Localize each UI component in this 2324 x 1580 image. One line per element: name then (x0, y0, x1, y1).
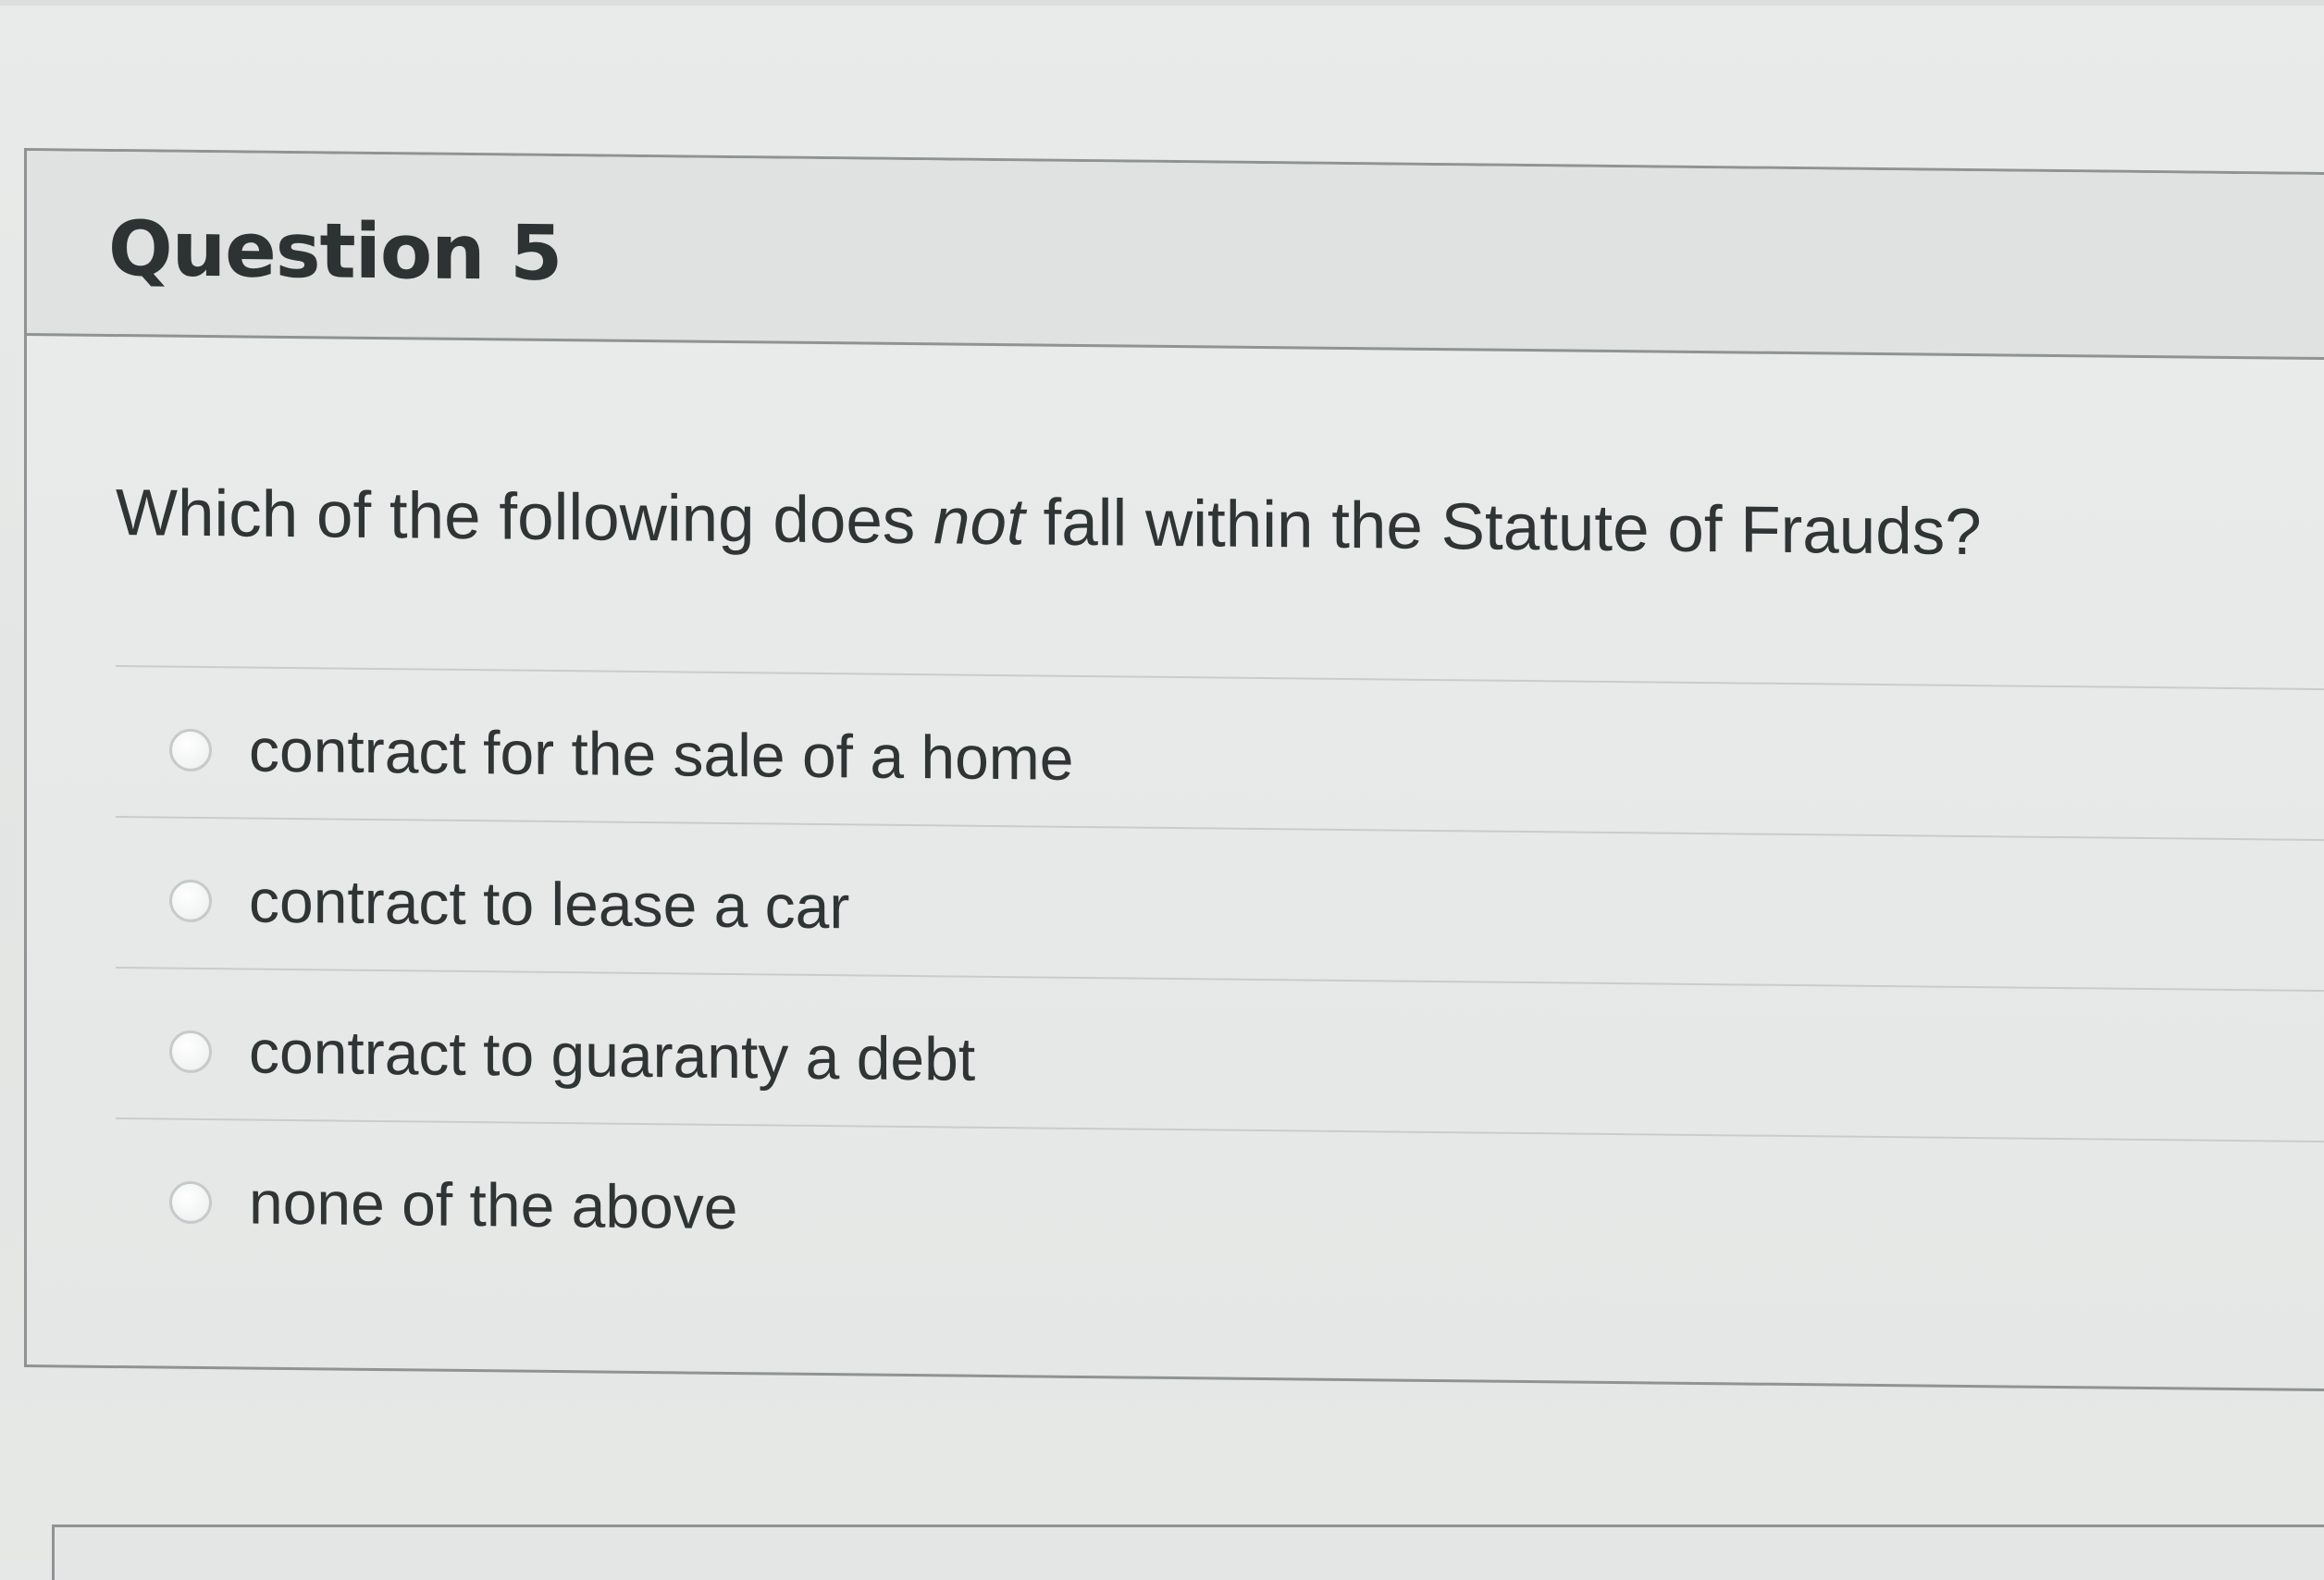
answer-option[interactable]: none of the above (116, 1119, 2324, 1293)
radio-button[interactable] (169, 728, 212, 772)
question-card: Question 5 Which of the following does n… (24, 148, 2324, 1392)
answer-list: contract for the sale of a home contract… (116, 665, 2324, 1302)
question-header: Question 5 (27, 151, 2324, 361)
answer-label[interactable]: contract to lease a car (249, 866, 849, 943)
top-divider (0, 0, 2324, 6)
prompt-text-after: fall within the Statute of Frauds? (1024, 486, 1982, 570)
prompt-text-before: Which of the following does (116, 476, 934, 559)
quiz-page: Question 5 Which of the following does n… (0, 0, 2324, 1580)
question-title: Question 5 (108, 204, 562, 299)
answer-option[interactable]: contract to guaranty a debt (116, 969, 2324, 1143)
answer-option[interactable]: contract for the sale of a home (116, 667, 2324, 842)
answer-label[interactable]: contract to guaranty a debt (249, 1017, 975, 1094)
answer-label[interactable]: none of the above (249, 1167, 737, 1243)
radio-button[interactable] (169, 1030, 212, 1074)
radio-button[interactable] (169, 1180, 212, 1225)
radio-button[interactable] (169, 879, 212, 923)
question-prompt: Which of the following does not fall wit… (116, 475, 1982, 570)
prompt-emphasis: not (933, 485, 1025, 560)
next-question-card-edge (52, 1524, 2324, 1580)
answer-option[interactable]: contract to lease a car (116, 818, 2324, 993)
answer-label[interactable]: contract for the sale of a home (249, 715, 1073, 794)
